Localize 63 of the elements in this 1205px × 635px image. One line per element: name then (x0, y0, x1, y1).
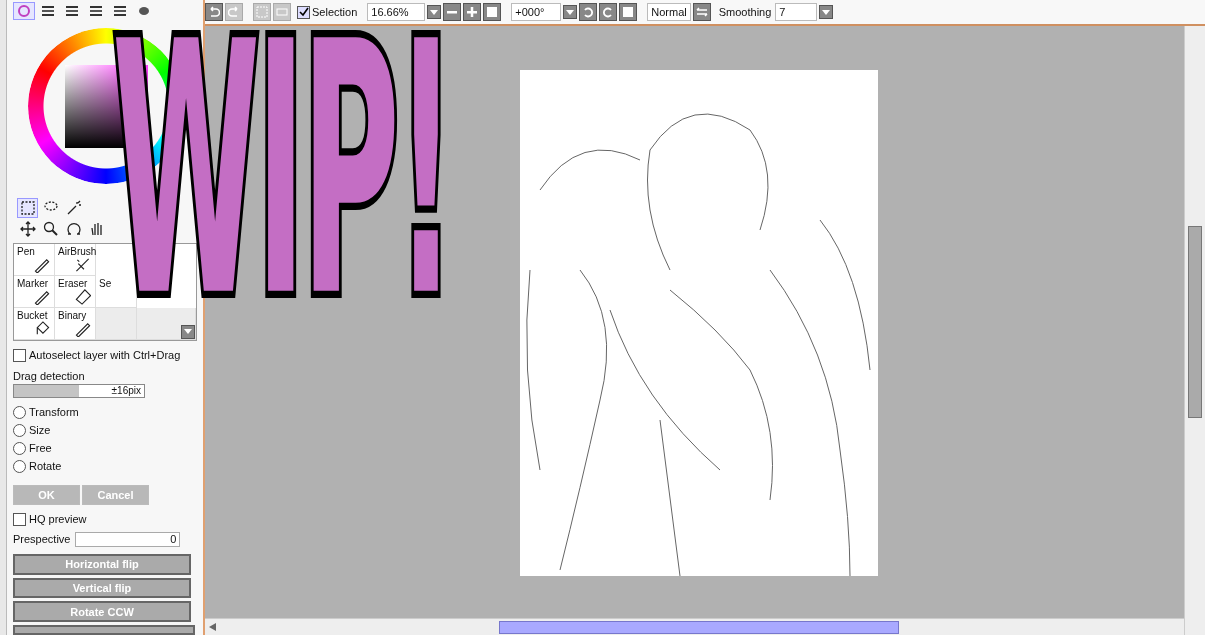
eraser-icon (75, 288, 91, 305)
radio-button[interactable] (13, 405, 26, 419)
marker-icon (34, 288, 50, 305)
brush-label: Eraser (58, 277, 88, 289)
angle-field[interactable]: +000° (511, 3, 562, 21)
caret-icon (566, 9, 575, 15)
drag-detection-slider[interactable]: ±16pix (13, 383, 145, 398)
rotate-right-button[interactable] (599, 3, 618, 21)
color-wheel-tab[interactable] (13, 2, 35, 20)
radio-button[interactable] (13, 423, 26, 437)
brush-label: Pen (17, 245, 35, 257)
caret-icon (822, 9, 831, 15)
perspective-field[interactable]: 0 (75, 531, 181, 547)
plus-icon (467, 7, 478, 17)
dropdown-button[interactable] (563, 5, 578, 19)
brush-slot[interactable]: AirBrush (55, 243, 96, 276)
brush-label: AirBrush (58, 245, 97, 257)
zoom-in-button[interactable] (463, 3, 482, 21)
checkbox[interactable] (13, 512, 26, 526)
radio-label: Free (29, 442, 52, 455)
bars-icon (65, 5, 79, 17)
brush-slot[interactable]: Marker (14, 275, 55, 308)
scroll-left-icon (209, 623, 216, 631)
perspective-label: Prespective (13, 533, 71, 546)
drag-detection-label: Drag detection (13, 369, 86, 382)
brush-label: Marker (17, 277, 49, 289)
rect-tool-icon[interactable] (17, 197, 38, 218)
checkbox-label: HQ preview (29, 513, 87, 526)
brush-label: Bucket (17, 309, 48, 321)
blend-mode-field[interactable]: Normal (647, 3, 691, 21)
flip-button[interactable] (692, 3, 711, 21)
bars-icon (89, 5, 103, 17)
ring-icon (17, 5, 31, 17)
radio-label: Size (29, 424, 51, 437)
radio-button[interactable] (13, 441, 26, 455)
smoothing-field[interactable]: 7 (775, 3, 818, 21)
square-icon (487, 7, 498, 17)
dropdown-button[interactable] (819, 5, 834, 19)
swap-arrows-icon (695, 6, 708, 18)
brush-label: Binary (58, 309, 87, 321)
smoothing-label: Smoothing (718, 6, 772, 18)
brush-slot[interactable]: Pen (14, 243, 55, 276)
pen-icon (34, 256, 50, 273)
binary-icon (75, 320, 91, 337)
brush-label: Se (99, 277, 112, 289)
brush-slot[interactable]: Eraser (55, 275, 96, 308)
radio-label: Rotate (29, 460, 62, 473)
rotate-right-icon (602, 6, 615, 18)
reset-zoom-button[interactable] (483, 3, 502, 21)
bars-icon (41, 5, 55, 17)
airbrush-icon (75, 256, 91, 273)
radio-button[interactable] (13, 459, 26, 473)
radio-label: Transform (29, 406, 79, 419)
checkbox[interactable] (13, 348, 26, 362)
brush-slot[interactable]: Bucket (14, 307, 55, 340)
rotate-left-button[interactable] (579, 3, 598, 21)
reset-rotation-button[interactable] (619, 3, 638, 21)
square-icon (623, 7, 634, 17)
vertical-scrollbar[interactable] (1184, 26, 1205, 635)
rotate-left-icon (582, 6, 595, 18)
bucket-icon (34, 320, 50, 337)
horizontal-scrollbar[interactable] (205, 618, 1184, 635)
action-button[interactable] (13, 625, 195, 635)
